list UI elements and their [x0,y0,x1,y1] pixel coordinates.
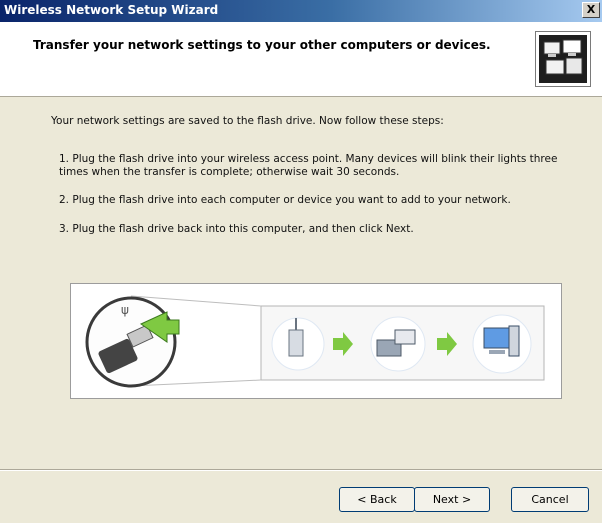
svg-text:ψ: ψ [121,303,129,317]
step-2-text: 2. Plug the flash drive into each comput… [59,194,511,206]
step-3-text: 3. Plug the flash drive back into this c… [59,223,414,235]
next-button[interactable]: Next > [414,487,490,512]
window-title: Wireless Network Setup Wizard [4,3,219,17]
access-point-icon [271,317,325,371]
page-title: Transfer your network settings to your o… [33,38,491,52]
intro-text: Your network settings are saved to the f… [51,115,444,127]
close-button[interactable]: X [582,2,600,18]
wizard-window: Wireless Network Setup Wizard X Transfer… [0,0,602,523]
transfer-illustration: ψ [70,283,562,399]
step-1-text: 1. Plug the flash drive into your wirele… [59,153,558,178]
computer-icon [472,314,532,374]
laptop-printer-icon [370,316,426,372]
title-bar: Wireless Network Setup Wizard X [0,0,602,22]
button-separator [0,469,602,471]
wizard-header: Transfer your network settings to your o… [0,22,602,97]
usb-flash-drive-icon: ψ [85,296,180,388]
cancel-button[interactable]: Cancel [511,487,589,512]
back-button[interactable]: < Back [339,487,415,512]
network-devices-icon [535,31,591,87]
